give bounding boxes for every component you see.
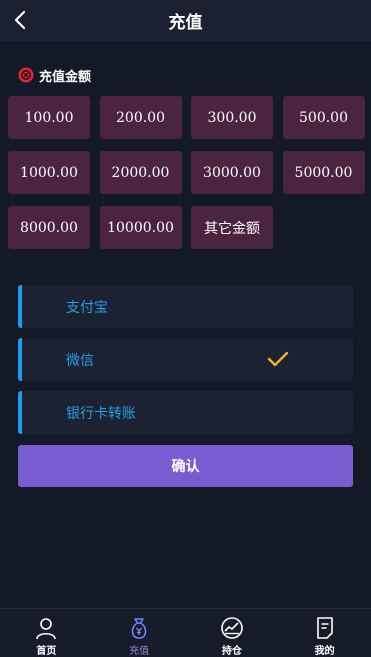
top-bar: 充值 [0, 0, 371, 41]
chevron-left-icon [14, 10, 26, 30]
amount-option[interactable]: 8000.00 [8, 206, 90, 249]
page-title: 充值 [168, 13, 203, 33]
recharge-icon [18, 67, 34, 83]
document-icon [312, 616, 338, 640]
amount-option[interactable]: 2000.00 [99, 151, 182, 194]
chart-icon [219, 616, 245, 640]
checkmark-icon [267, 351, 289, 367]
confirm-button[interactable]: 确认 [18, 445, 353, 487]
tab-holdings[interactable]: 持仓 [186, 609, 279, 657]
amount-option[interactable]: 10000.00 [99, 206, 182, 249]
payment-method-alipay[interactable]: 支付宝 [18, 285, 353, 328]
payment-methods: 支付宝 微信 银行卡转账 [18, 285, 353, 444]
amount-option[interactable]: 100.00 [8, 96, 90, 139]
tab-label: 首页 [36, 646, 57, 657]
tab-recharge[interactable]: 充值 [93, 609, 186, 657]
person-icon [33, 616, 59, 640]
back-button[interactable] [8, 6, 32, 34]
amount-option-other[interactable]: 其它金额 [191, 206, 273, 249]
amount-option[interactable]: 500.00 [282, 96, 365, 139]
method-label: 支付宝 [66, 299, 108, 316]
amount-section-heading: 充值金额 [18, 64, 91, 86]
tab-mine[interactable]: 我的 [278, 609, 371, 657]
tab-label: 我的 [314, 646, 335, 657]
payment-method-bank-transfer[interactable]: 银行卡转账 [18, 391, 353, 434]
method-label: 微信 [66, 352, 94, 369]
tab-label: 充值 [129, 646, 150, 657]
amount-option[interactable]: 300.00 [191, 96, 273, 139]
amount-option[interactable]: 200.00 [99, 96, 182, 139]
amount-option[interactable]: 3000.00 [191, 151, 273, 194]
payment-method-wechat[interactable]: 微信 [18, 338, 353, 381]
tab-label: 持仓 [221, 646, 242, 657]
amount-option[interactable]: 1000.00 [8, 151, 90, 194]
section-title: 充值金额 [39, 69, 92, 85]
bottom-tab-bar: 首页 充值 持仓 我的 [0, 608, 371, 657]
amount-grid: 100.00 200.00 300.00 500.00 1000.00 2000… [8, 96, 365, 249]
tab-home[interactable]: 首页 [0, 609, 93, 657]
amount-option[interactable]: 5000.00 [282, 151, 365, 194]
money-bag-icon [126, 616, 152, 640]
method-label: 银行卡转账 [66, 405, 136, 422]
